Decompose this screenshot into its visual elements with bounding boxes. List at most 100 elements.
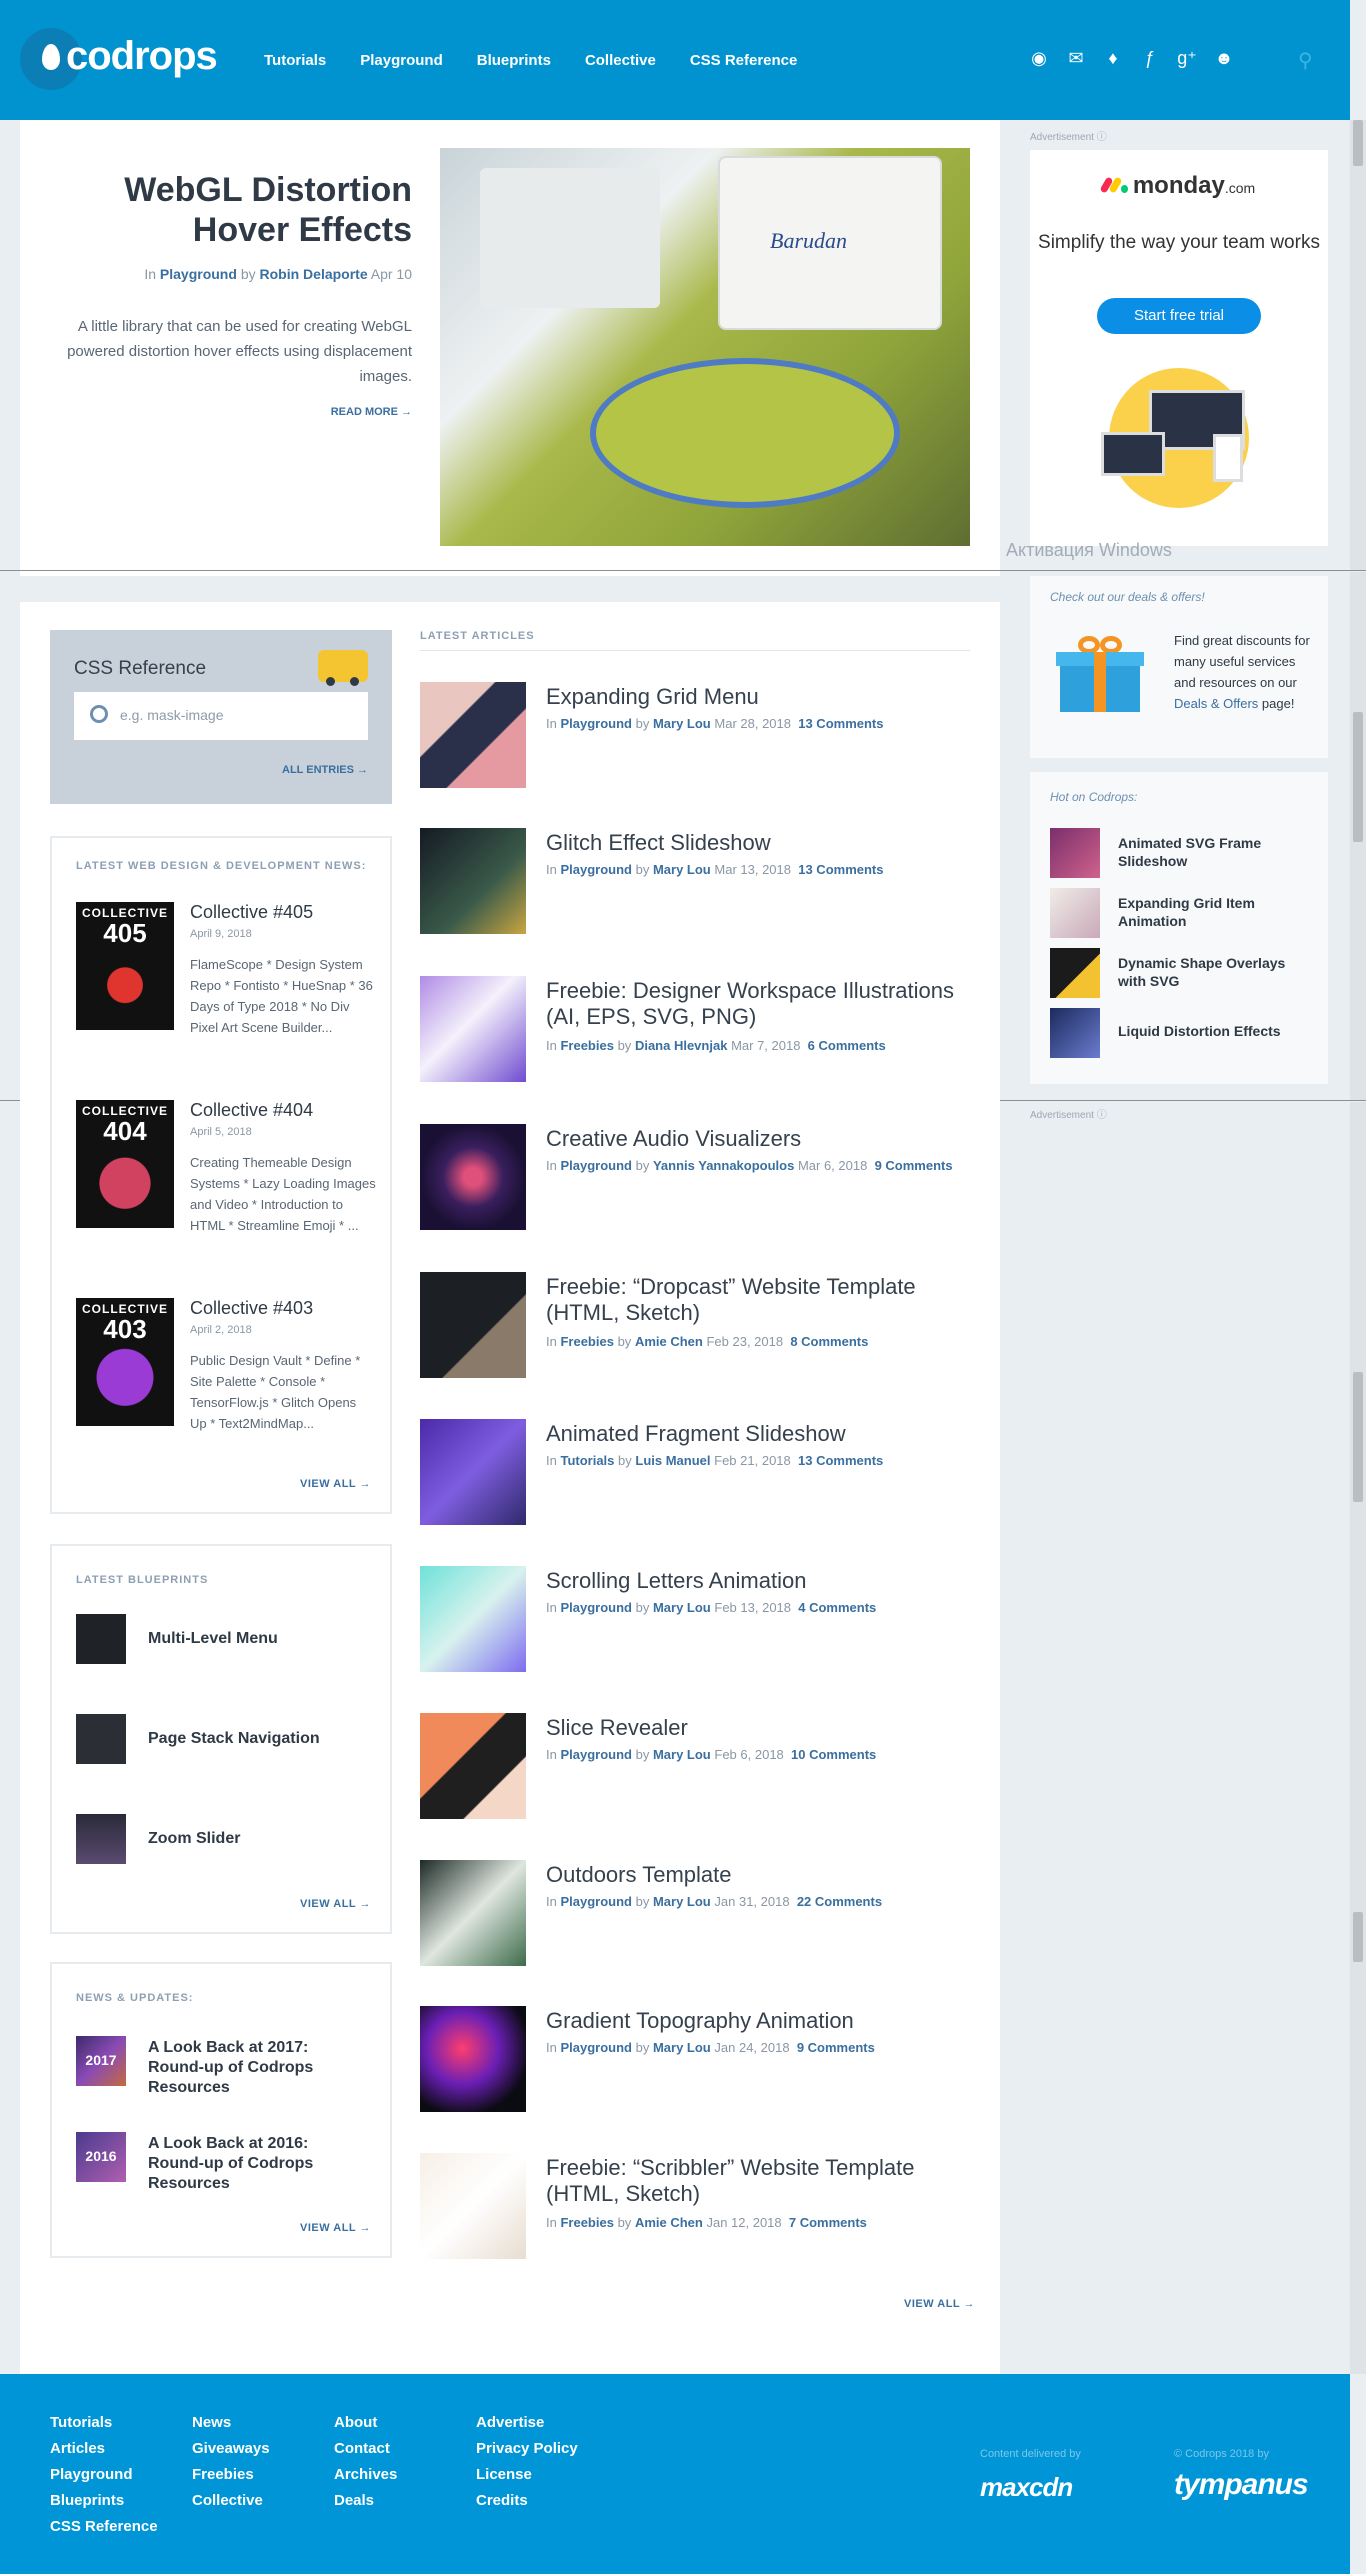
deals-link[interactable]: Deals & Offers	[1174, 696, 1258, 711]
all-entries-link[interactable]: ALL ENTRIES →	[50, 764, 368, 776]
article-category[interactable]: Playground	[560, 716, 632, 731]
article-comments[interactable]: 13 Comments	[798, 716, 883, 731]
article-item[interactable]: Glitch Effect Slideshow In Playground by …	[420, 828, 970, 934]
article-item[interactable]: Gradient Topography Animation In Playgrou…	[420, 2006, 970, 2112]
search-icon[interactable]: ⚲	[1298, 48, 1313, 73]
article-title[interactable]: Scrolling Letters Animation	[546, 1568, 970, 1594]
article-comments[interactable]: 10 Comments	[791, 1747, 876, 1762]
article-author[interactable]: Yannis Yannakopoulos	[653, 1158, 794, 1173]
article-author[interactable]: Diana Hlevnjak	[635, 1038, 728, 1053]
article-category[interactable]: Playground	[560, 1600, 632, 1615]
footer-link[interactable]: License	[476, 2466, 578, 2483]
update-item[interactable]: 2016 A Look Back at 2016: Round-up of Cod…	[76, 2132, 376, 2192]
start-free-trial-button[interactable]: Start free trial	[1097, 298, 1261, 334]
article-author[interactable]: Mary Lou	[653, 2040, 711, 2055]
scrollbar-thumb[interactable]	[1353, 1372, 1363, 1502]
article-thumb[interactable]	[420, 1566, 526, 1672]
article-item[interactable]: Expanding Grid Menu In Playground by Mary…	[420, 682, 970, 788]
article-thumb[interactable]	[420, 2006, 526, 2112]
scrollbar-bottom[interactable]	[1350, 1102, 1366, 2374]
article-comments[interactable]: 9 Comments	[875, 1158, 953, 1173]
article-category[interactable]: Playground	[560, 2040, 632, 2055]
featured-author[interactable]: Robin Delaporte	[260, 266, 368, 282]
footer-link[interactable]: Collective	[192, 2492, 270, 2509]
tympanus-logo[interactable]: tympanus	[1174, 2468, 1309, 2502]
footer-link[interactable]: Tutorials	[50, 2414, 158, 2431]
ad-label[interactable]: Advertisement ⓘ	[1030, 1106, 1107, 1121]
article-title[interactable]: Animated Fragment Slideshow	[546, 1421, 970, 1447]
ad-box[interactable]: monday.com Simplify the way your team wo…	[1030, 150, 1328, 546]
article-comments[interactable]: 22 Comments	[797, 1894, 882, 1909]
hot-item[interactable]: Animated SVG Frame Slideshow	[1050, 828, 1320, 880]
article-author[interactable]: Mary Lou	[653, 716, 711, 731]
footer-link[interactable]: Privacy Policy	[476, 2440, 578, 2457]
nav-css-reference[interactable]: CSS Reference	[690, 52, 798, 69]
article-category[interactable]: Tutorials	[560, 1453, 614, 1468]
article-author[interactable]: Amie Chen	[635, 1334, 703, 1349]
article-title[interactable]: Expanding Grid Menu	[546, 684, 970, 710]
footer-link[interactable]: Blueprints	[50, 2492, 158, 2509]
article-author[interactable]: Mary Lou	[653, 1747, 711, 1762]
rss-icon[interactable]: ◉	[1028, 48, 1050, 69]
article-title[interactable]: Outdoors Template	[546, 1862, 970, 1888]
footer-link[interactable]: Freebies	[192, 2466, 270, 2483]
article-category[interactable]: Playground	[560, 1894, 632, 1909]
article-thumb[interactable]	[420, 2153, 526, 2259]
css-reference-search-input[interactable]: e.g. mask-image	[74, 692, 368, 740]
footer-link[interactable]: News	[192, 2414, 270, 2431]
footer-link[interactable]: Contact	[334, 2440, 397, 2457]
blueprint-item[interactable]: Page Stack Navigation	[76, 1714, 376, 1764]
article-category[interactable]: Freebies	[560, 1334, 613, 1349]
article-item[interactable]: Scrolling Letters Animation In Playground…	[420, 1566, 970, 1672]
blueprint-item[interactable]: Multi-Level Menu	[76, 1614, 376, 1664]
article-title[interactable]: Gradient Topography Animation	[546, 2008, 970, 2034]
hot-item[interactable]: Expanding Grid Item Animation	[1050, 888, 1320, 940]
scrollbar-thumb[interactable]	[1353, 712, 1363, 842]
nav-tutorials[interactable]: Tutorials	[264, 52, 326, 69]
blueprint-item[interactable]: Zoom Slider	[76, 1814, 376, 1864]
article-item[interactable]: Freebie: “Dropcast” Website Template (HT…	[420, 1272, 970, 1378]
nav-blueprints[interactable]: Blueprints	[477, 52, 551, 69]
article-thumb[interactable]	[420, 976, 526, 1082]
blueprints-view-all-link[interactable]: VIEW ALL →	[300, 1898, 371, 1910]
article-thumb[interactable]	[420, 828, 526, 934]
featured-category[interactable]: Playground	[160, 266, 237, 282]
read-more-link[interactable]: READ MORE →	[60, 406, 412, 418]
article-item[interactable]: Creative Audio Visualizers In Playground …	[420, 1124, 970, 1230]
article-author[interactable]: Mary Lou	[653, 862, 711, 877]
article-comments[interactable]: 7 Comments	[789, 2215, 867, 2230]
article-thumb[interactable]	[420, 1860, 526, 1966]
article-title[interactable]: Creative Audio Visualizers	[546, 1126, 970, 1152]
article-item[interactable]: Slice Revealer In Playground by Mary Lou …	[420, 1713, 970, 1819]
article-comments[interactable]: 4 Comments	[798, 1600, 876, 1615]
article-thumb[interactable]	[420, 1272, 526, 1378]
article-category[interactable]: Freebies	[560, 2215, 613, 2230]
article-title[interactable]: Freebie: “Scribbler” Website Template (H…	[546, 2155, 970, 2207]
updates-view-all-link[interactable]: VIEW ALL →	[300, 2222, 371, 2234]
footer-link[interactable]: Credits	[476, 2492, 578, 2509]
articles-view-all-link[interactable]: VIEW ALL →	[904, 2298, 975, 2310]
article-title[interactable]: Freebie: Designer Workspace Illustration…	[546, 978, 970, 1030]
google-plus-icon[interactable]: g⁺	[1176, 48, 1198, 69]
nav-playground[interactable]: Playground	[360, 52, 443, 69]
footer-link[interactable]: Articles	[50, 2440, 158, 2457]
article-item[interactable]: Outdoors Template In Playground by Mary L…	[420, 1860, 970, 1966]
article-category[interactable]: Freebies	[560, 1038, 613, 1053]
github-icon[interactable]: ☻	[1213, 48, 1235, 69]
maxcdn-logo[interactable]: maxcdn	[980, 2472, 1073, 2503]
css-reference-title[interactable]: CSS Reference	[74, 658, 206, 680]
article-item[interactable]: Animated Fragment Slideshow In Tutorials …	[420, 1419, 970, 1525]
article-thumb[interactable]	[420, 1124, 526, 1230]
update-item[interactable]: 2017 A Look Back at 2017: Round-up of Cod…	[76, 2036, 376, 2096]
featured-image[interactable]: Barudan	[440, 148, 970, 546]
article-category[interactable]: Playground	[560, 862, 632, 877]
hot-item[interactable]: Dynamic Shape Overlays with SVG	[1050, 948, 1320, 1000]
featured-title[interactable]: WebGL Distortion Hover Effects	[60, 170, 412, 250]
article-item[interactable]: Freebie: Designer Workspace Illustration…	[420, 976, 970, 1082]
twitter-icon[interactable]: ♦	[1102, 48, 1124, 69]
article-thumb[interactable]	[420, 1713, 526, 1819]
footer-link[interactable]: CSS Reference	[50, 2518, 158, 2535]
nav-collective[interactable]: Collective	[585, 52, 656, 69]
footer-link[interactable]: Playground	[50, 2466, 158, 2483]
facebook-icon[interactable]: ƒ	[1139, 48, 1161, 69]
